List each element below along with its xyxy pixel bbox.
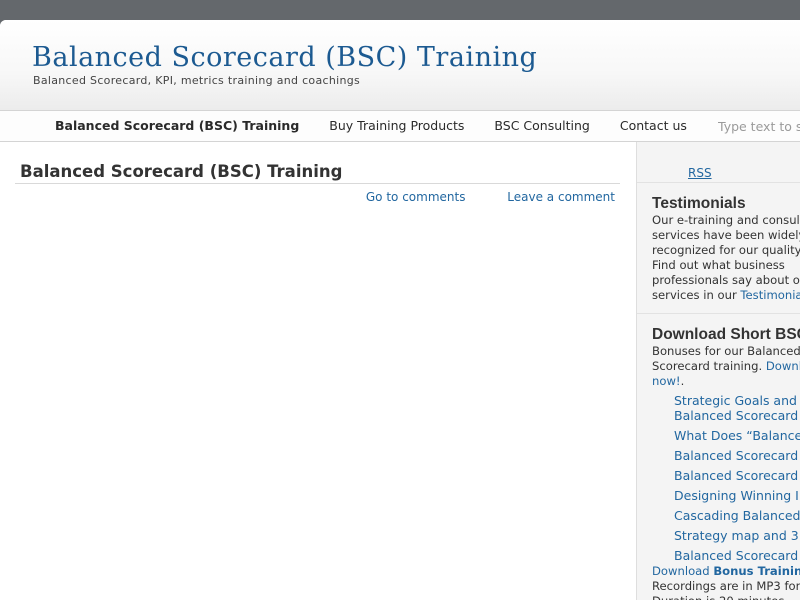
sidebar: RSS Testimonials Our e-training and cons… bbox=[636, 142, 800, 600]
main-nav: Balanced Scorecard (BSC) Training Buy Tr… bbox=[0, 110, 800, 142]
download-intro: Bonuses for our Balanced Scorecard train… bbox=[652, 344, 800, 389]
nav-item-contact-us[interactable]: Contact us bbox=[605, 111, 702, 141]
bonus-item-designing-indicators[interactable]: Designing Winning Indicators bbox=[674, 488, 800, 503]
search-input[interactable] bbox=[708, 115, 800, 137]
nav-list: Balanced Scorecard (BSC) Training Buy Tr… bbox=[40, 111, 702, 141]
testimonials-widget: Testimonials Our e-training and consulti… bbox=[637, 182, 800, 313]
bonus-list: Strategic Goals and Balanced Scorecard W… bbox=[652, 393, 800, 563]
nav-item-bsc-training[interactable]: Balanced Scorecard (BSC) Training bbox=[40, 111, 314, 141]
bonus-item-bsc-software[interactable]: Balanced Scorecard Software bbox=[674, 468, 800, 483]
bonus-item-bsc-review[interactable]: Balanced Scorecard Review bbox=[674, 548, 800, 563]
download-intro-end: . bbox=[680, 374, 685, 388]
bonus-item-strategic-goals[interactable]: Strategic Goals and Balanced Scorecard bbox=[674, 393, 800, 423]
rss-block: RSS bbox=[637, 142, 800, 182]
testimonials-link[interactable]: Testimonials bbox=[740, 288, 800, 302]
bonus-item-bsc-perspectives[interactable]: Balanced Scorecard Perspectives bbox=[674, 448, 800, 463]
testimonials-heading: Testimonials bbox=[652, 195, 746, 212]
bonus-item-strategy-map[interactable]: Strategy map and 3 Steps bbox=[674, 528, 800, 543]
site-description: Balanced Scorecard, KPI, metrics trainin… bbox=[33, 74, 361, 87]
download-heading: Download Short BSC bbox=[652, 326, 800, 343]
post-title: Balanced Scorecard (BSC) Training bbox=[15, 152, 620, 184]
testimonials-text: Our e-training and consulting services h… bbox=[652, 213, 800, 303]
nav-item-buy-training-products[interactable]: Buy Training Products bbox=[314, 111, 479, 141]
post-meta: Go to comments Leave a comment bbox=[15, 184, 620, 204]
download-footer-prefix[interactable]: Download bbox=[652, 564, 713, 578]
download-footer-text: Recordings are in MP3 format. Duration i… bbox=[652, 579, 800, 600]
site-title[interactable]: Balanced Scorecard (BSC) Training bbox=[32, 42, 537, 73]
nav-item-bsc-consulting[interactable]: BSC Consulting bbox=[479, 111, 604, 141]
download-footer: Download Bonus Training Recordings are i… bbox=[652, 564, 800, 600]
rss-link[interactable]: RSS bbox=[688, 166, 712, 180]
bonus-training-link[interactable]: Bonus Training bbox=[713, 564, 800, 578]
page: Balanced Scorecard (BSC) Training Balanc… bbox=[0, 20, 800, 600]
bonus-item-cascading-bsc[interactable]: Cascading Balanced Scorecard bbox=[674, 508, 800, 523]
site-header: Balanced Scorecard (BSC) Training Balanc… bbox=[0, 20, 800, 110]
main-content: Balanced Scorecard (BSC) Training Go to … bbox=[15, 152, 620, 204]
leave-comment-link[interactable]: Leave a comment bbox=[507, 190, 620, 204]
go-to-comments-link[interactable]: Go to comments bbox=[366, 190, 471, 204]
bonus-item-what-does-balanced-mean[interactable]: What Does “Balanced” Mean? bbox=[674, 428, 800, 443]
download-widget: Download Short BSC Bonuses for our Balan… bbox=[637, 313, 800, 600]
